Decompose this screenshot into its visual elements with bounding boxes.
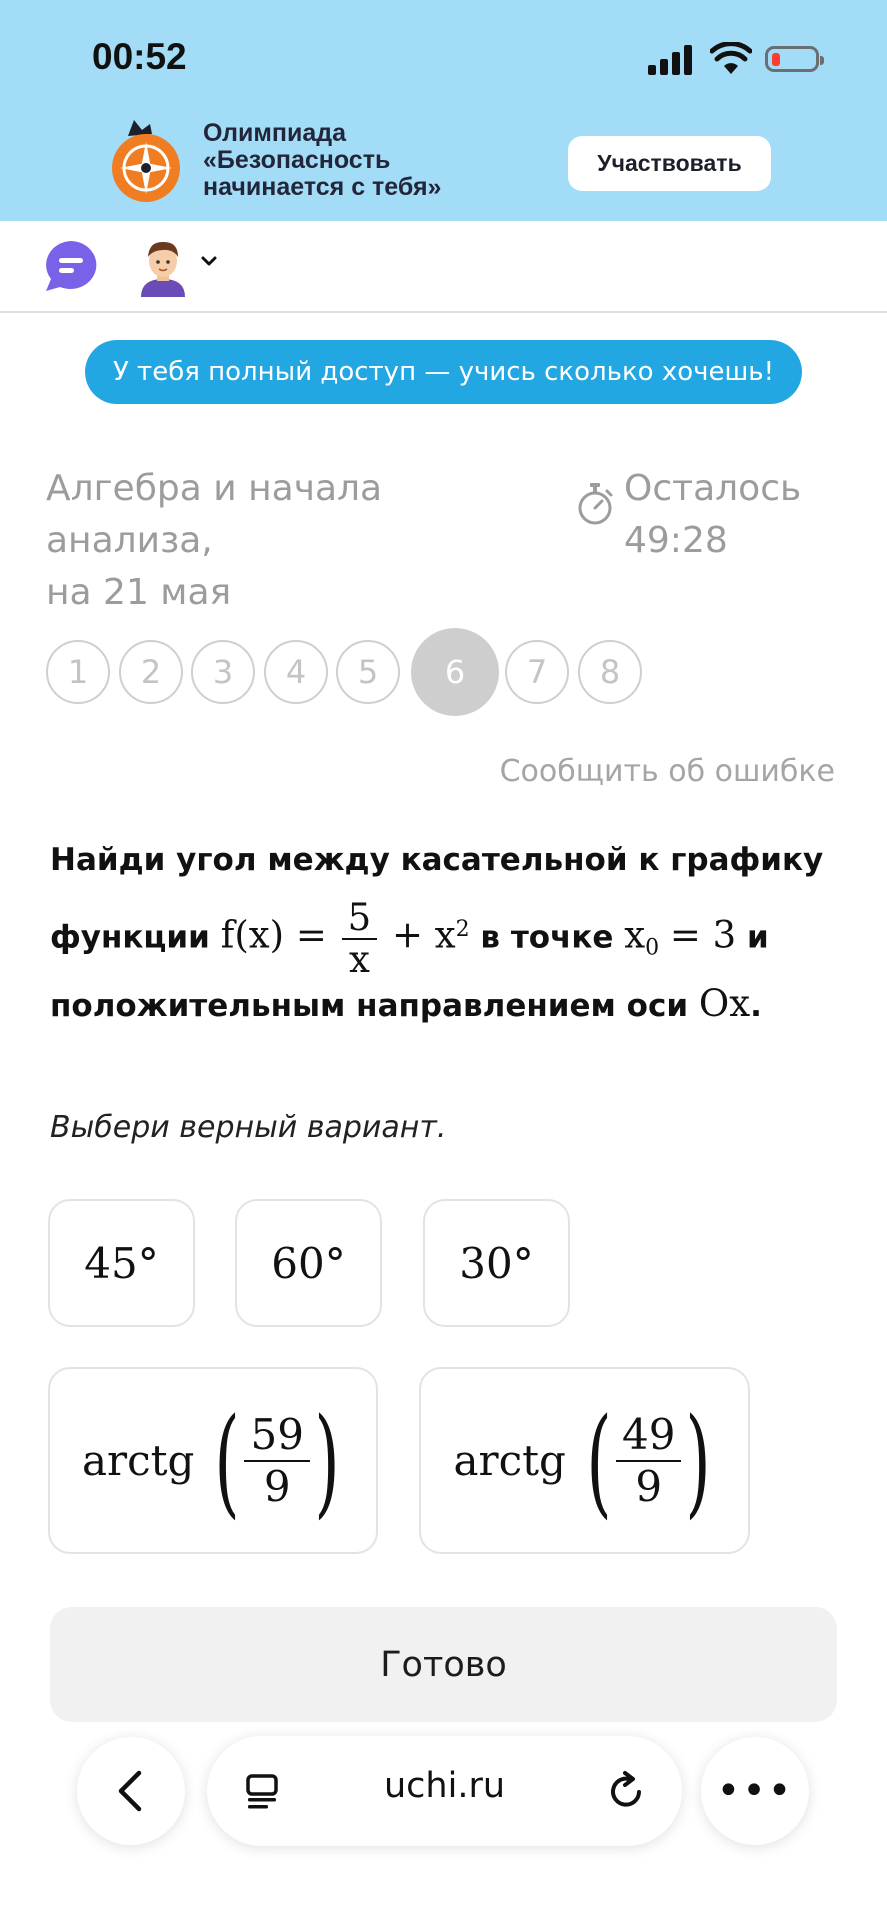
x0-value: = 3 <box>669 913 737 957</box>
task-nav-item-7[interactable]: 7 <box>505 640 569 704</box>
olympiad-banner[interactable]: 00:52 Олимпиада «Безопасность начинается… <box>0 0 887 221</box>
question-word: и <box>747 919 769 956</box>
arctg-denominator: 9 <box>263 1461 291 1511</box>
x0-subscript: 0 <box>645 935 660 961</box>
task-nav-item-6-active[interactable]: 6 <box>411 628 499 716</box>
function-prefix: f(x) = <box>220 913 327 957</box>
task-nav-item-2[interactable]: 2 <box>119 640 183 704</box>
right-paren: ) <box>314 1391 340 1530</box>
option-arctg-49-9[interactable]: arctg ( 49 9 ) <box>419 1367 750 1554</box>
task-nav-item-5[interactable]: 5 <box>336 640 400 704</box>
arctg-expression: arctg ( 59 9 ) <box>82 1402 344 1520</box>
fraction-denominator: x <box>348 937 370 981</box>
lesson-subject-line: Алгебра и начала анализа, <box>46 468 383 561</box>
chevron-left-icon <box>118 1770 142 1812</box>
left-paren: ( <box>586 1391 612 1530</box>
arctg-expression: arctg ( 49 9 ) <box>454 1402 716 1520</box>
task-nav-item-1[interactable]: 1 <box>46 640 110 704</box>
arctg-fraction: 49 9 <box>615 1410 682 1512</box>
axis-name: Ox <box>698 982 751 1025</box>
report-error-link[interactable]: Сообщить об ошибке <box>500 754 835 789</box>
reload-icon[interactable] <box>607 1770 647 1812</box>
question-line-3: положительным направлением оси Ox. <box>50 982 762 1025</box>
fraction: 5 x <box>341 897 378 981</box>
done-button[interactable]: Готово <box>50 1607 837 1722</box>
exponent: 2 <box>455 917 470 942</box>
olympiad-title-line: Олимпиада <box>203 119 347 147</box>
plus-term: + x <box>391 913 456 957</box>
fraction-numerator: 5 <box>341 897 378 940</box>
more-options-button[interactable]: ••• <box>701 1737 809 1845</box>
timer-value: 49:28 <box>624 520 728 561</box>
back-button[interactable] <box>77 1737 185 1845</box>
x0-symbol: x <box>624 913 646 957</box>
option-arctg-59-9[interactable]: arctg ( 59 9 ) <box>48 1367 378 1554</box>
arctg-func: arctg <box>82 1436 195 1485</box>
lesson-date-line: на 21 мая <box>46 572 232 613</box>
arctg-numerator: 59 <box>244 1410 310 1462</box>
choose-hint: Выбери верный вариант. <box>50 1110 447 1145</box>
option-45-degrees[interactable]: 45° <box>48 1199 195 1327</box>
question-period: . <box>750 988 762 1024</box>
arctg-fraction: 59 9 <box>244 1410 310 1512</box>
olympiad-title: Олимпиада «Безопасность начинается с теб… <box>203 120 441 201</box>
olympiad-title-line: «Безопасность <box>203 146 391 174</box>
option-60-degrees[interactable]: 60° <box>235 1199 382 1327</box>
task-nav-item-4[interactable]: 4 <box>264 640 328 704</box>
question-word: в точке <box>480 919 614 956</box>
participate-button[interactable]: Участвовать <box>568 136 771 191</box>
olympiad-logo-icon <box>112 120 180 202</box>
option-label: 30° <box>459 1238 534 1288</box>
address-bar[interactable]: uchi.ru <box>207 1736 682 1846</box>
arctg-denominator: 9 <box>635 1461 663 1511</box>
full-access-banner: У тебя полный доступ — учись сколько хоч… <box>85 340 802 404</box>
option-30-degrees[interactable]: 30° <box>423 1199 570 1327</box>
arctg-func: arctg <box>453 1436 566 1485</box>
app-header <box>0 221 887 313</box>
status-time: 00:52 <box>92 36 187 77</box>
task-nav-item-3[interactable]: 3 <box>191 640 255 704</box>
lesson-subject: Алгебра и начала анализа, на 21 мая <box>46 463 546 619</box>
timer-label: Осталось <box>624 468 802 509</box>
option-label: 60° <box>271 1238 346 1288</box>
battery-icon <box>765 46 824 72</box>
question-line-2: функции f(x) = 5 x + x2 в точке x0 = 3 и <box>50 890 769 989</box>
question-line-1: Найди угол между касательной к графику <box>50 842 824 878</box>
left-paren: ( <box>214 1391 241 1530</box>
chat-icon[interactable] <box>42 239 100 293</box>
cellular-signal-icon <box>648 45 694 75</box>
right-paren: ) <box>685 1391 712 1530</box>
arctg-numerator: 49 <box>615 1410 682 1462</box>
browser-toolbar: uchi.ru ••• <box>0 1722 887 1920</box>
wifi-icon <box>710 42 752 74</box>
question-word: функции <box>50 919 210 956</box>
option-label: 45° <box>84 1238 159 1288</box>
stopwatch-icon <box>578 483 613 525</box>
timer: Осталось 49:28 <box>624 463 801 567</box>
avatar[interactable] <box>137 237 189 297</box>
task-nav-item-8[interactable]: 8 <box>578 640 642 704</box>
question-word: положительным направлением оси <box>50 988 689 1024</box>
olympiad-title-line: начинается с тебя» <box>203 173 442 201</box>
chevron-down-icon[interactable] <box>198 251 220 271</box>
